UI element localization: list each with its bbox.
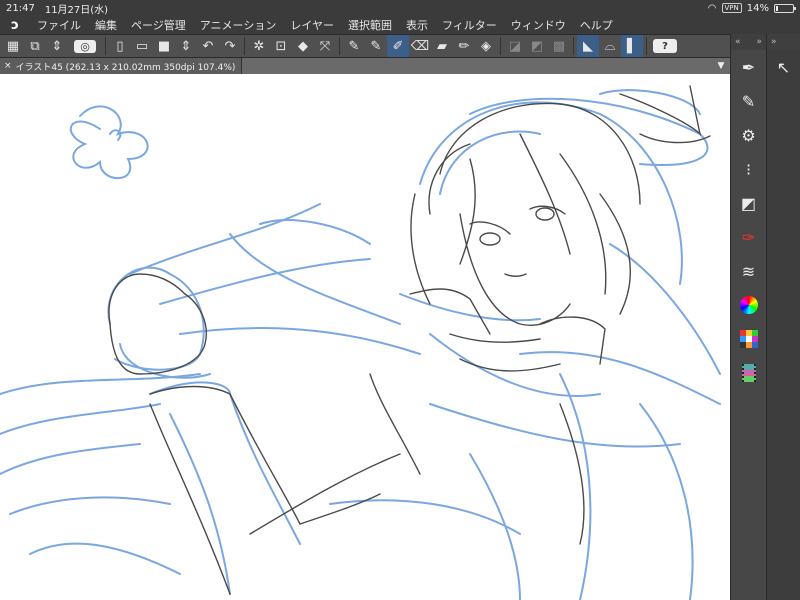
close-icon[interactable]: × [4,61,12,71]
clock: 21:47 [6,2,35,14]
tool-panel: « » ✒ ✎ ⚙ ⁝ ◩ ✑ ≋ [730,34,766,600]
date: 11月27日(水) [44,4,109,16]
battery-icon [774,3,796,13]
swirl-icon[interactable]: ◎ [68,35,102,57]
bucket-icon[interactable]: ◈ [475,35,497,57]
ruler-alt-icon[interactable]: ◩ [526,35,548,57]
command-bar: ▦ ⧉ ⇕ ◎ ▯ ▭ ■ ⇕ ↶ ↷ ✲ ⊡ ◆ ⤧ ✎ ✎ ✐ ⌫ ▰ ✏ … [0,34,730,58]
grid-menu-icon[interactable]: ▦ [2,35,24,57]
tool-panel-header: « » [731,34,766,50]
help-button[interactable]: ? [650,35,680,57]
scale-icon[interactable]: ⤧ [314,35,336,57]
drawing-canvas[interactable] [0,74,730,600]
menu-layer[interactable]: レイヤー [283,17,341,33]
object-select-icon[interactable]: ↖ [770,54,798,80]
grid-icon[interactable]: ▩ [548,35,570,57]
ruler-icon[interactable]: ◪ [504,35,526,57]
undo-icon[interactable]: ↶ [197,35,219,57]
sub-tool-icon[interactable]: ✎ [735,88,763,114]
sketch-artwork [0,85,721,600]
up-down-arrows-icon[interactable]: ⇕ [46,35,68,57]
redo-icon[interactable]: ↷ [219,35,241,57]
canvas-tab[interactable]: × イラスト45 (262.13 x 210.02mm 350dpi 107.4… [0,58,243,74]
navigator-icon[interactable]: ✑ [735,224,763,250]
order-arrows-icon[interactable]: ⇕ [175,35,197,57]
eraser-icon[interactable]: ⌫ [409,35,431,57]
new-file-icon[interactable]: ▯ [109,35,131,57]
vpn-badge: VPN [721,3,742,13]
secondary-panel: » ↖ [766,34,800,600]
menu-help[interactable]: ヘルプ [573,17,620,33]
chevron-down-icon[interactable]: ▼ [712,61,730,71]
transform-icon[interactable]: ⊡ [270,35,292,57]
color-set-icon[interactable] [735,326,763,352]
fill-icon[interactable]: ◆ [292,35,314,57]
pencil-icon[interactable]: ✏ [453,35,475,57]
canvas-title: イラスト45 (262.13 x 210.02mm 350dpi 107.4%) [15,62,236,73]
pen-nib-icon[interactable]: ✒ [735,54,763,80]
battery-percent: 14% [746,2,769,14]
status-indicators: ◠ VPN 14% [707,2,796,14]
color-wheel-icon[interactable] [735,292,763,318]
menu-edit[interactable]: 編集 [88,17,124,33]
collapse-left-icon[interactable]: « [735,37,741,47]
pen-pressure-icon[interactable]: ▌ [621,35,643,57]
timeline-icon[interactable] [735,360,763,386]
menu-window[interactable]: ウィンドウ [504,17,573,33]
app-logo-icon[interactable]: ↄ [0,18,30,33]
collapse-right-alt-icon[interactable]: » [771,37,777,47]
layer-property-icon[interactable]: ◩ [735,190,763,216]
companion-icon[interactable]: ⧉ [24,35,46,57]
canvas-tab-bar: × イラスト45 (262.13 x 210.02mm 350dpi 107.4… [0,58,730,74]
layers-icon[interactable]: ≋ [735,258,763,284]
brush-tool-icon[interactable]: ✐ [387,35,409,57]
tool-property-icon[interactable]: ⚙ [735,122,763,148]
eraser-alt-icon[interactable]: ▰ [431,35,453,57]
save-icon[interactable]: ■ [153,35,175,57]
pen-alt-icon[interactable]: ✎ [365,35,387,57]
menu-view[interactable]: 表示 [399,17,435,33]
brush-size-icon[interactable]: ⁝ [735,156,763,182]
curve-icon[interactable]: ⌓ [599,35,621,57]
menu-animation[interactable]: アニメーション [193,17,284,33]
menu-page[interactable]: ページ管理 [124,17,193,33]
open-folder-icon[interactable]: ▭ [131,35,153,57]
wifi-icon: ◠ [707,2,717,14]
stroke-icon[interactable]: ◣ [577,35,599,57]
menu-file[interactable]: ファイル [30,17,88,33]
menu-selection[interactable]: 選択範囲 [341,17,399,33]
collapse-right-icon[interactable]: » [756,37,762,47]
loading-icon[interactable]: ✲ [248,35,270,57]
status-bar: 21:47 11月27日(水) ◠ VPN 14% [0,0,800,16]
menu-filter[interactable]: フィルター [435,17,504,33]
menu-bar: ↄ ファイル 編集 ページ管理 アニメーション レイヤー 選択範囲 表示 フィル… [0,16,800,34]
secondary-panel-header: » [767,34,800,50]
pen-tool-icon[interactable]: ✎ [343,35,365,57]
